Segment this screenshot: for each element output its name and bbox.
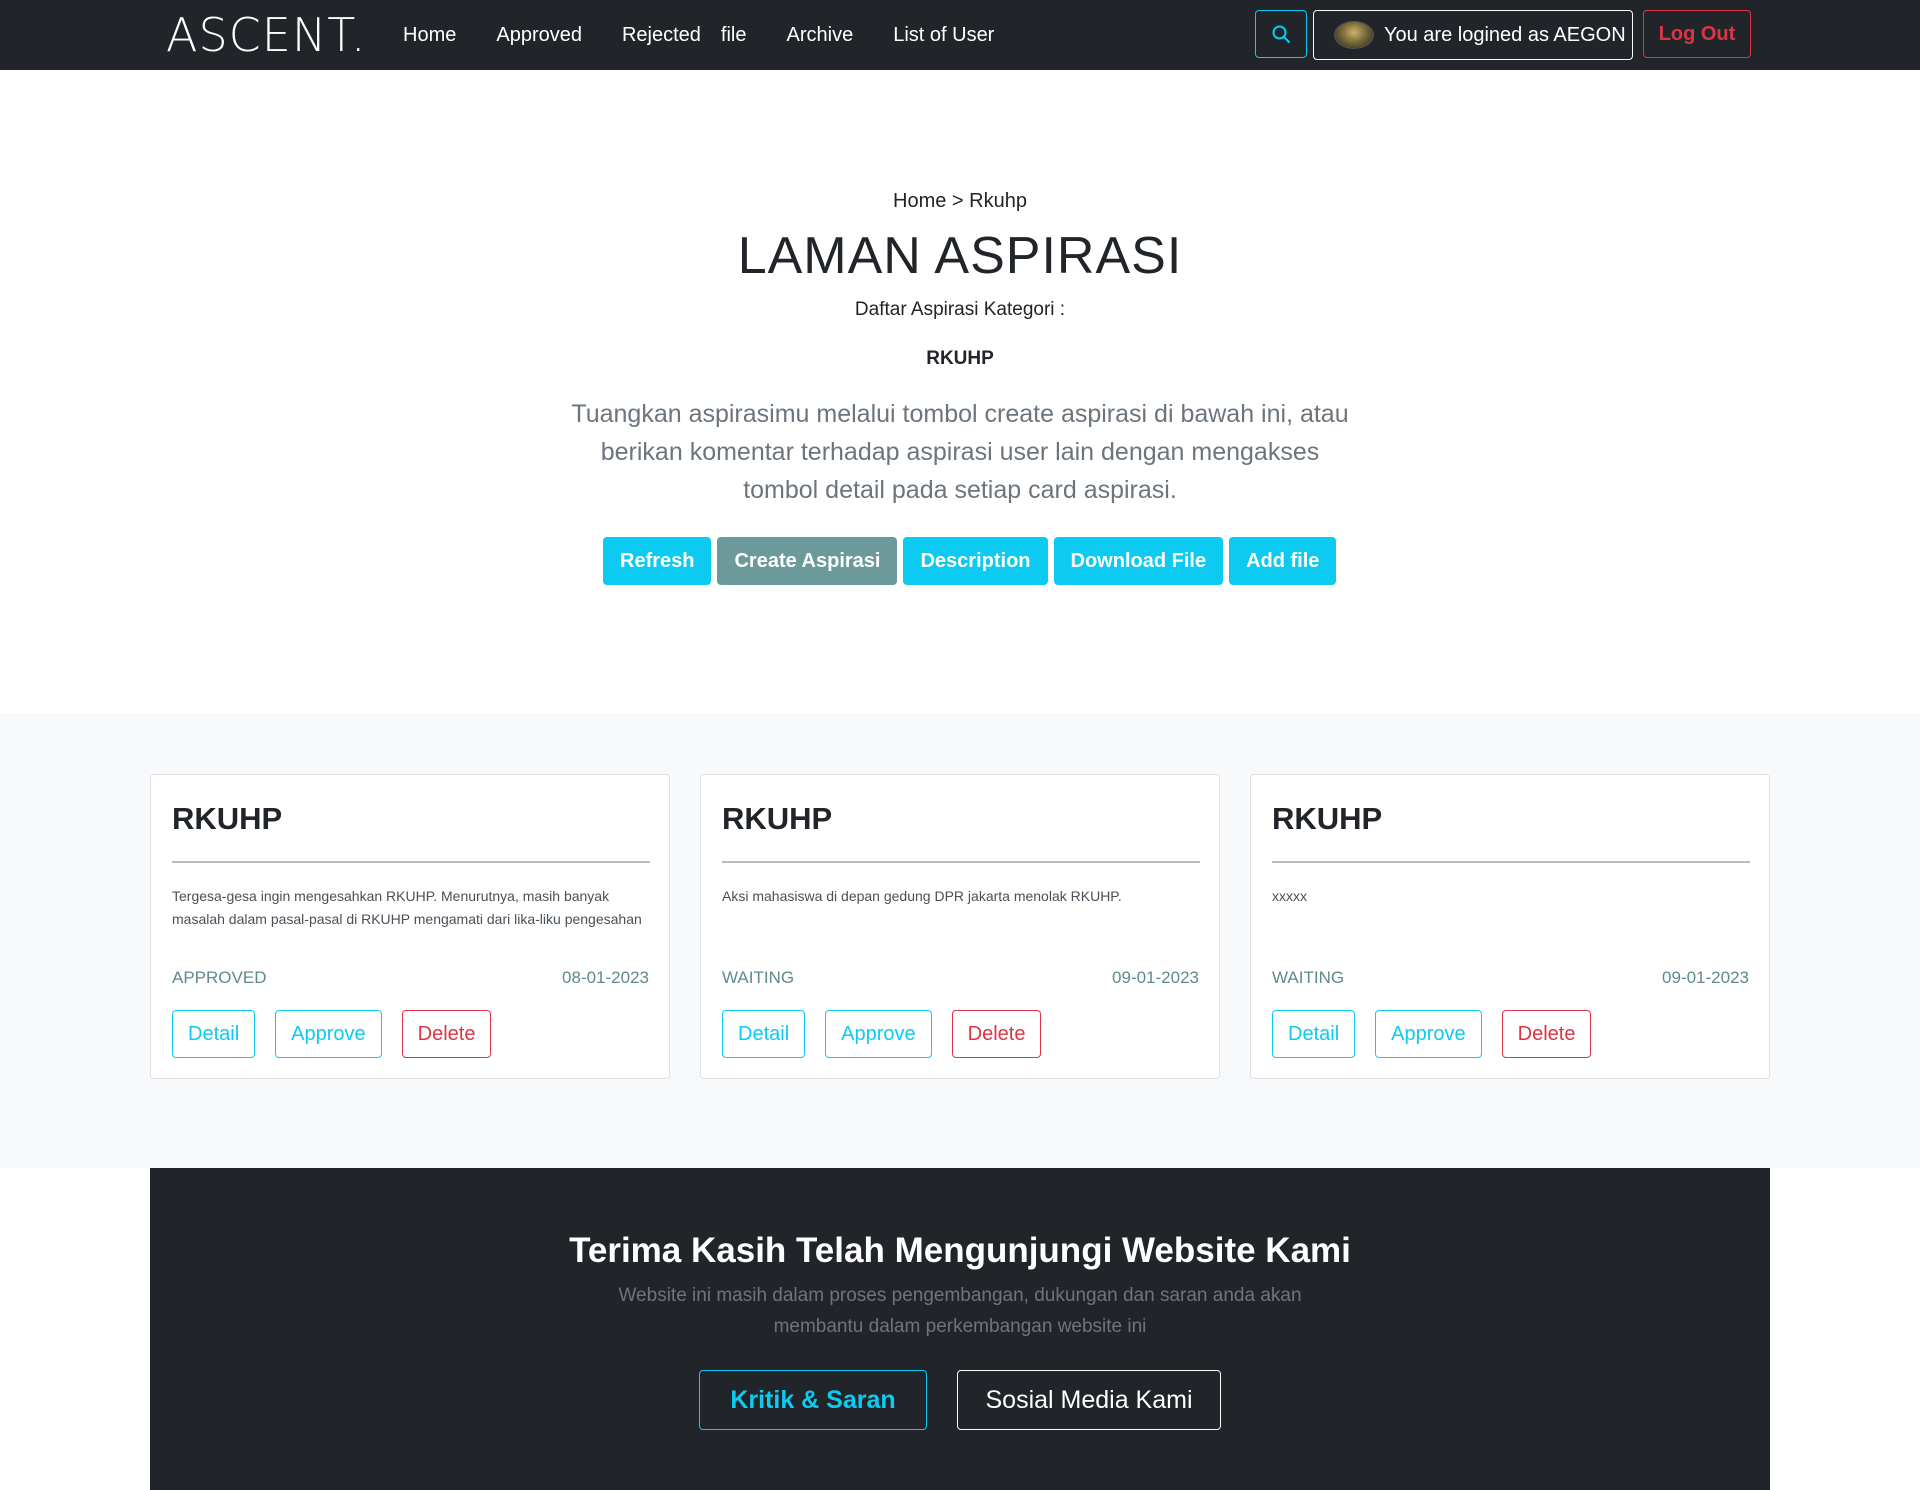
aspirasi-card: RKUHP Aksi mahasiswa di depan gedung DPR… bbox=[700, 774, 1220, 1079]
detail-button[interactable]: Detail bbox=[722, 1010, 806, 1058]
divider bbox=[722, 861, 1200, 863]
footer-text: Website ini masih dalam proses pengemban… bbox=[618, 1285, 1302, 1337]
refresh-button[interactable]: Refresh bbox=[603, 537, 712, 585]
nav-link-file[interactable]: file bbox=[721, 24, 747, 47]
divider bbox=[1272, 861, 1750, 863]
card-date: 09-01-2023 bbox=[1662, 968, 1749, 987]
card-actions: Detail Approve Delete bbox=[1272, 1010, 1611, 1058]
card-date: 08-01-2023 bbox=[562, 968, 649, 987]
divider bbox=[172, 861, 650, 863]
create-aspirasi-button[interactable]: Create Aspirasi bbox=[717, 537, 898, 585]
detail-button[interactable]: Detail bbox=[1272, 1010, 1356, 1058]
footer: Terima Kasih Telah Mengunjungi Website K… bbox=[150, 1168, 1770, 1490]
search-icon bbox=[1272, 25, 1290, 43]
status-badge: APPROVED bbox=[172, 968, 267, 987]
status-badge: WAITING bbox=[1272, 968, 1345, 987]
card-title: RKUHP bbox=[1272, 801, 1383, 836]
nav-link-home[interactable]: Home bbox=[403, 24, 456, 47]
delete-button[interactable]: Delete bbox=[401, 1010, 492, 1058]
delete-button[interactable]: Delete bbox=[951, 1010, 1042, 1058]
page-title: LAMAN ASPIRASI bbox=[737, 227, 1183, 285]
category-name: RKUHP bbox=[926, 348, 994, 369]
breadcrumb: Home > Rkuhp bbox=[893, 190, 1027, 212]
hero-button-group: Refresh Create Aspirasi Description Down… bbox=[603, 537, 1342, 585]
aspirasi-cards-section: RKUHP Tergesa-gesa ingin mengesahkan RKU… bbox=[0, 713, 1920, 1168]
card-title: RKUHP bbox=[722, 801, 833, 836]
card-date: 09-01-2023 bbox=[1112, 968, 1199, 987]
sosial-media-button[interactable]: Sosial Media Kami bbox=[957, 1370, 1221, 1430]
approve-button[interactable]: Approve bbox=[825, 1010, 932, 1058]
category-subtitle: Daftar Aspirasi Kategori : bbox=[854, 299, 1066, 320]
status-badge: WAITING bbox=[722, 968, 795, 987]
approve-button[interactable]: Approve bbox=[1375, 1010, 1482, 1058]
footer-title: Terima Kasih Telah Mengunjungi Website K… bbox=[569, 1231, 1351, 1270]
detail-button[interactable]: Detail bbox=[172, 1010, 256, 1058]
aspirasi-card: RKUHP xxxxx WAITING 09-01-2023 Detail Ap… bbox=[1250, 774, 1770, 1079]
user-profile-button[interactable]: You are logined as AEGON bbox=[1313, 10, 1633, 60]
nav-link-rejected[interactable]: Rejected bbox=[622, 24, 701, 47]
nav-link-list-of-user[interactable]: List of User bbox=[893, 24, 994, 47]
card-actions: Detail Approve Delete bbox=[172, 1010, 511, 1058]
download-file-button[interactable]: Download File bbox=[1053, 537, 1224, 585]
brand-logo[interactable]: ASCENT. bbox=[166, 10, 367, 60]
nav-links: Home Approved Rejected file Archive List… bbox=[403, 0, 1034, 70]
add-file-button[interactable]: Add file bbox=[1229, 537, 1337, 585]
search-button[interactable] bbox=[1255, 10, 1307, 58]
card-text: xxxxx bbox=[1272, 888, 1307, 904]
nav-link-archive[interactable]: Archive bbox=[787, 24, 854, 47]
hero-description: Tuangkan aspirasimu melalui tombol creat… bbox=[571, 400, 1349, 504]
approve-button[interactable]: Approve bbox=[275, 1010, 382, 1058]
delete-button[interactable]: Delete bbox=[1501, 1010, 1592, 1058]
card-text: Aksi mahasiswa di depan gedung DPR jakar… bbox=[722, 888, 1122, 935]
logout-button[interactable]: Log Out bbox=[1643, 10, 1751, 58]
card-actions: Detail Approve Delete bbox=[722, 1010, 1061, 1058]
description-button[interactable]: Description bbox=[903, 537, 1048, 585]
aspirasi-card: RKUHP Tergesa-gesa ingin mengesahkan RKU… bbox=[150, 774, 670, 1079]
card-title: RKUHP bbox=[172, 801, 283, 836]
avatar bbox=[1334, 21, 1374, 49]
navbar-container: ASCENT. Home Approved Rejected file Arch… bbox=[150, 0, 1770, 70]
user-label: You are logined as AEGON bbox=[1384, 23, 1626, 46]
card-text: Tergesa-gesa ingin mengesahkan RKUHP. Me… bbox=[172, 888, 642, 935]
hero-section: Home > Rkuhp LAMAN ASPIRASI Daftar Aspir… bbox=[0, 70, 1920, 713]
kritik-saran-button[interactable]: Kritik & Saran bbox=[699, 1370, 927, 1430]
navbar: ASCENT. Home Approved Rejected file Arch… bbox=[0, 0, 1920, 70]
nav-link-approved[interactable]: Approved bbox=[496, 24, 582, 47]
